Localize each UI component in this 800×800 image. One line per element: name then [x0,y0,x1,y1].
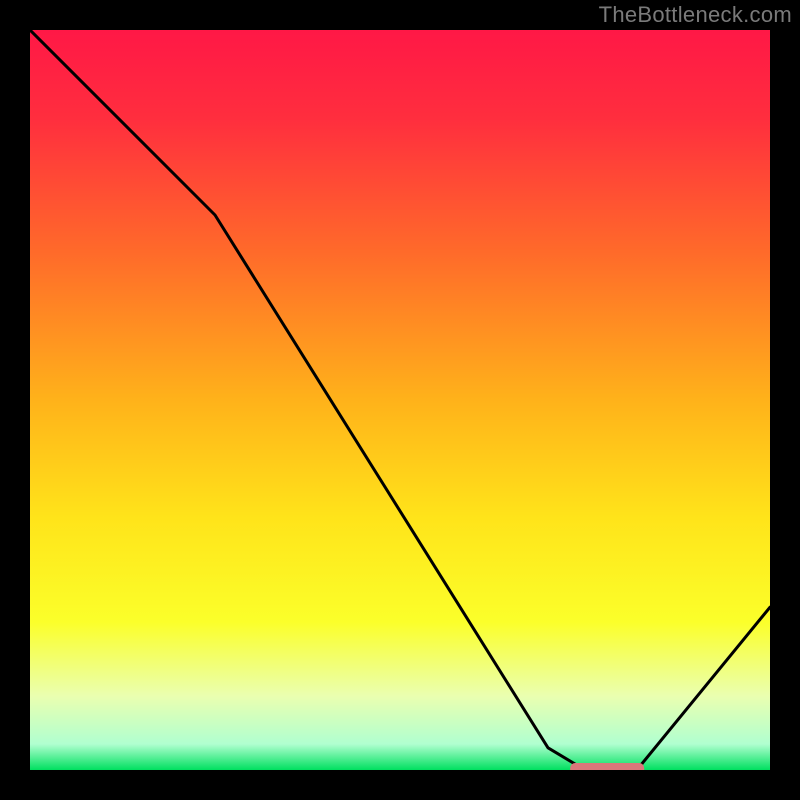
optimal-marker [570,763,644,770]
chart-svg [30,30,770,770]
watermark-label: TheBottleneck.com [599,0,792,28]
chart-frame: TheBottleneck.com [0,0,800,800]
bottleneck-chart [30,30,770,770]
